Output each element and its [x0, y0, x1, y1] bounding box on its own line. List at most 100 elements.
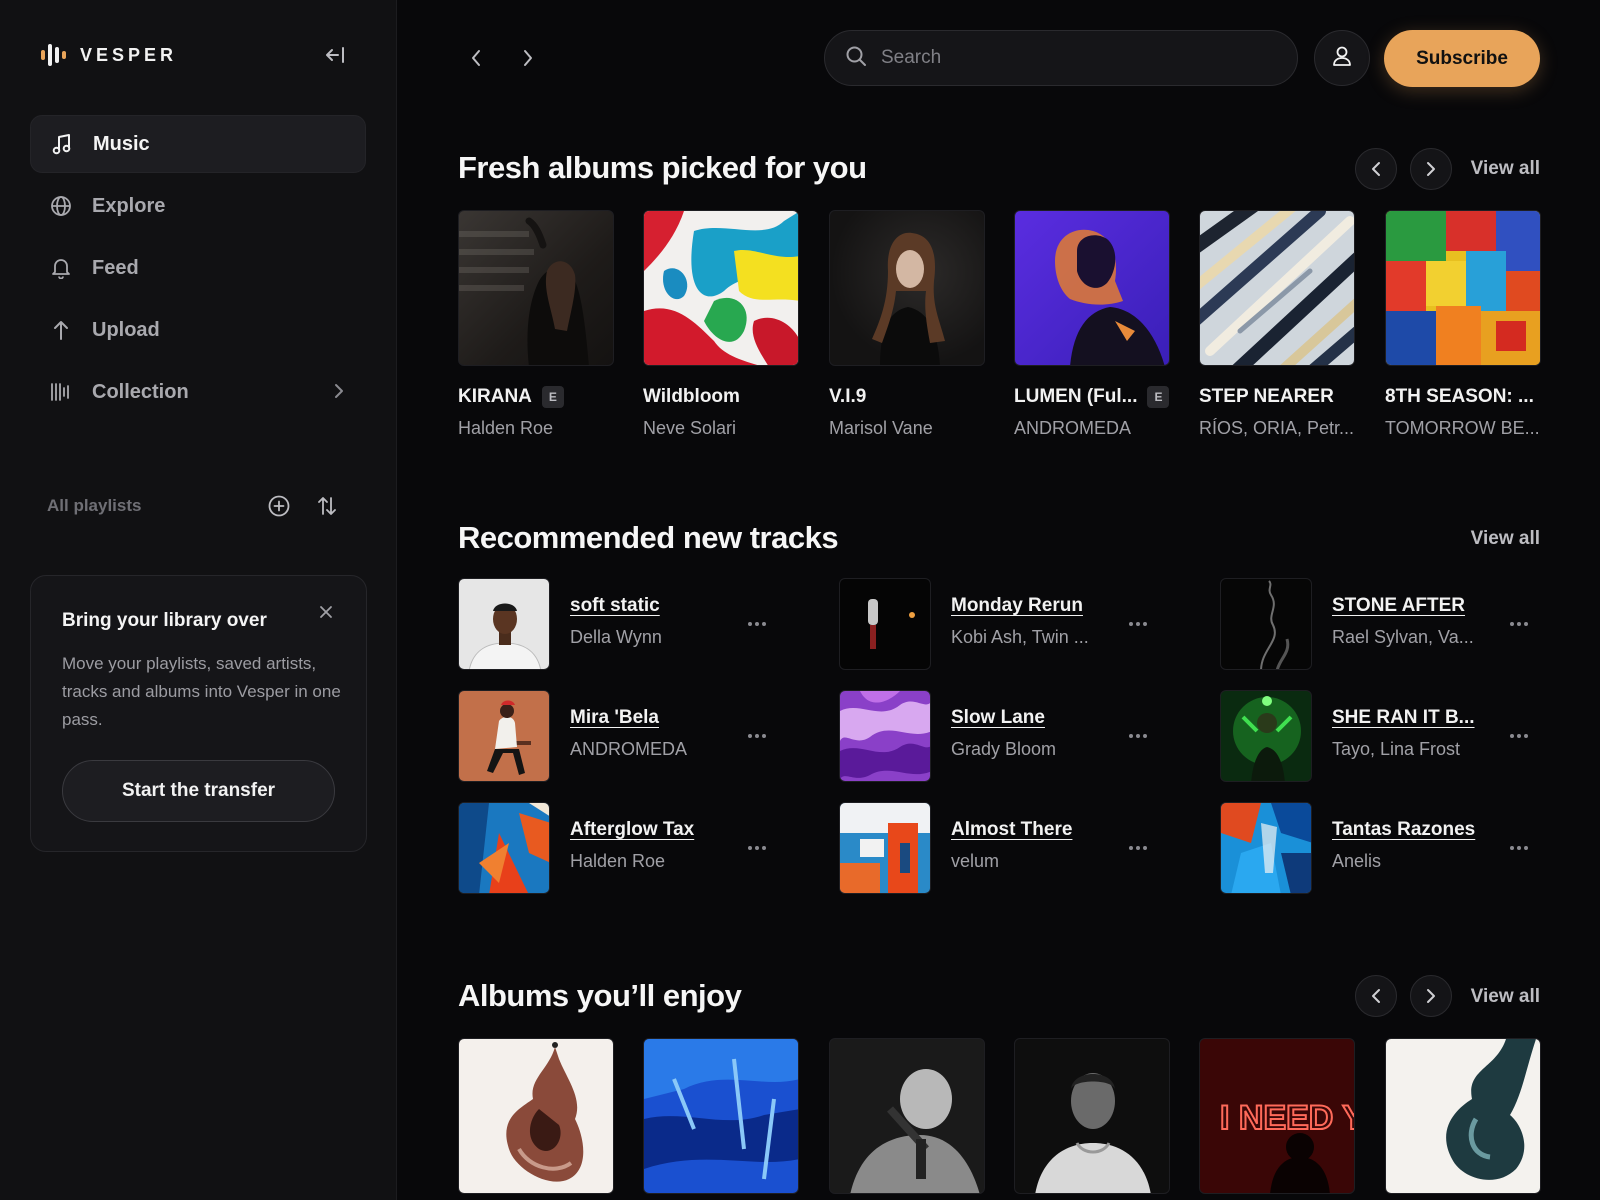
album-card[interactable]: KIRANA E Halden Roe — [458, 210, 614, 438]
start-transfer-button[interactable]: Start the transfer — [62, 760, 335, 822]
album-card[interactable]: 8TH SEASON: ... TOMORROW BE... — [1385, 210, 1541, 438]
more-options-icon[interactable] — [746, 726, 768, 746]
back-arrow-icon[interactable] — [464, 46, 488, 70]
track-row[interactable]: Afterglow Tax Halden Roe — [458, 802, 788, 894]
track-artist[interactable]: Della Wynn — [570, 627, 662, 648]
more-options-icon[interactable] — [746, 838, 768, 858]
track-row[interactable]: Tantas Razones Anelis — [1220, 802, 1550, 894]
album-title[interactable]: LUMEN (Ful... — [1014, 386, 1137, 408]
close-icon[interactable] — [316, 602, 336, 622]
album-cover[interactable] — [1385, 210, 1541, 366]
account-button[interactable] — [1314, 30, 1370, 86]
album-cover[interactable] — [1199, 210, 1355, 366]
album-title[interactable]: 8TH SEASON: ... — [1385, 386, 1534, 408]
album-card[interactable] — [458, 1038, 614, 1194]
view-all-link[interactable]: View all — [1452, 528, 1540, 550]
sort-icon[interactable] — [315, 494, 339, 518]
album-title[interactable]: KIRANA — [458, 386, 532, 408]
track-artist[interactable]: Kobi Ash, Twin ... — [951, 627, 1089, 648]
track-artwork[interactable] — [458, 802, 550, 894]
nav-item-explore[interactable]: Explore — [30, 177, 366, 235]
album-cover[interactable]: I NEED YOU — [1199, 1038, 1355, 1194]
more-options-icon[interactable] — [1127, 614, 1149, 634]
carousel-prev-button[interactable] — [1355, 975, 1397, 1017]
album-title[interactable]: STEP NEARER — [1199, 386, 1334, 408]
album-artist[interactable]: Halden Roe — [458, 418, 553, 439]
album-cover[interactable] — [458, 210, 614, 366]
carousel-next-button[interactable] — [1410, 975, 1452, 1017]
track-artist[interactable]: ANDROMEDA — [570, 739, 687, 760]
track-title[interactable]: Monday Rerun — [951, 595, 1083, 617]
album-artist[interactable]: TOMORROW BE... — [1385, 418, 1540, 439]
album-cover[interactable] — [643, 1038, 799, 1194]
view-all-link[interactable]: View all — [1452, 986, 1540, 1008]
track-artwork[interactable] — [1220, 802, 1312, 894]
more-options-icon[interactable] — [1127, 838, 1149, 858]
track-artwork[interactable] — [458, 690, 550, 782]
collapse-sidebar-icon[interactable] — [322, 44, 348, 66]
album-card[interactable]: I NEED YOU — [1199, 1038, 1355, 1194]
track-row[interactable]: STONE AFTER Rael Sylvan, Va... — [1220, 578, 1550, 670]
album-card[interactable] — [1014, 1038, 1170, 1194]
track-artwork[interactable] — [1220, 578, 1312, 670]
album-card[interactable] — [1385, 1038, 1541, 1194]
track-artist[interactable]: Tayo, Lina Frost — [1332, 739, 1460, 760]
carousel-next-button[interactable] — [1410, 148, 1452, 190]
more-options-icon[interactable] — [746, 614, 768, 634]
track-title[interactable]: SHE RAN IT B... — [1332, 707, 1475, 729]
album-cover[interactable] — [1014, 210, 1170, 366]
subscribe-button[interactable]: Subscribe — [1384, 30, 1540, 87]
album-cover[interactable] — [1014, 1038, 1170, 1194]
add-playlist-icon[interactable] — [267, 494, 291, 518]
track-row[interactable]: Slow Lane Grady Bloom — [839, 690, 1169, 782]
album-artist[interactable]: Neve Solari — [643, 418, 736, 439]
album-card[interactable]: V.I.9 Marisol Vane — [829, 210, 985, 438]
forward-arrow-icon[interactable] — [516, 46, 540, 70]
track-title[interactable]: soft static — [570, 595, 660, 617]
track-title[interactable]: Tantas Razones — [1332, 819, 1475, 841]
album-cover[interactable] — [458, 1038, 614, 1194]
nav-item-music[interactable]: Music — [30, 115, 366, 173]
track-artist[interactable]: Anelis — [1332, 851, 1381, 872]
track-artist[interactable]: Grady Bloom — [951, 739, 1056, 760]
track-artwork[interactable] — [839, 802, 931, 894]
search-input[interactable] — [881, 47, 1261, 69]
album-card[interactable]: LUMEN (Ful... E ANDROMEDA — [1014, 210, 1170, 438]
album-card[interactable] — [643, 1038, 799, 1194]
track-title[interactable]: Almost There — [951, 819, 1072, 841]
more-options-icon[interactable] — [1508, 614, 1530, 634]
album-card[interactable]: STEP NEARER RÍOS, ORIA, Petr... — [1199, 210, 1355, 438]
track-title[interactable]: Slow Lane — [951, 707, 1045, 729]
album-card[interactable] — [829, 1038, 985, 1194]
track-artist[interactable]: Halden Roe — [570, 851, 665, 872]
nav-item-feed[interactable]: Feed — [30, 239, 366, 297]
track-row[interactable]: soft static Della Wynn — [458, 578, 788, 670]
album-cover[interactable] — [829, 210, 985, 366]
track-title[interactable]: STONE AFTER — [1332, 595, 1465, 617]
track-artwork[interactable] — [1220, 690, 1312, 782]
album-artist[interactable]: RÍOS, ORIA, Petr... — [1199, 418, 1354, 439]
track-artwork[interactable] — [839, 690, 931, 782]
more-options-icon[interactable] — [1508, 726, 1530, 746]
more-options-icon[interactable] — [1508, 838, 1530, 858]
track-title[interactable]: Mira 'Bela — [570, 707, 659, 729]
album-cover[interactable] — [643, 210, 799, 366]
track-artist[interactable]: velum — [951, 851, 999, 872]
track-row[interactable]: Monday Rerun Kobi Ash, Twin ... — [839, 578, 1169, 670]
album-cover[interactable] — [829, 1038, 985, 1194]
album-cover[interactable] — [1385, 1038, 1541, 1194]
album-artist[interactable]: Marisol Vane — [829, 418, 933, 439]
brand-logo[interactable]: VESPER — [41, 44, 177, 66]
track-row[interactable]: Mira 'Bela ANDROMEDA — [458, 690, 788, 782]
album-card[interactable]: Wildbloom Neve Solari — [643, 210, 799, 438]
track-row[interactable]: SHE RAN IT B... Tayo, Lina Frost — [1220, 690, 1550, 782]
album-artist[interactable]: ANDROMEDA — [1014, 418, 1131, 439]
nav-item-upload[interactable]: Upload — [30, 301, 366, 359]
carousel-prev-button[interactable] — [1355, 148, 1397, 190]
track-artwork[interactable] — [839, 578, 931, 670]
track-row[interactable]: Almost There velum — [839, 802, 1169, 894]
album-title[interactable]: Wildbloom — [643, 386, 740, 408]
more-options-icon[interactable] — [1127, 726, 1149, 746]
album-title[interactable]: V.I.9 — [829, 386, 866, 408]
track-title[interactable]: Afterglow Tax — [570, 819, 694, 841]
